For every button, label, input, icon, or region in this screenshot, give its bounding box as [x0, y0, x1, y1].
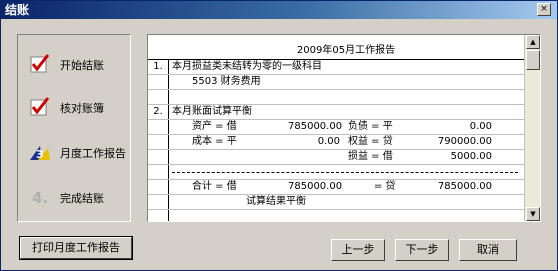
section-number: 1.: [148, 60, 169, 74]
vertical-scrollbar[interactable]: ▲ ▼: [524, 35, 540, 221]
report-row: [148, 210, 524, 221]
report-row: 5503 财务费用: [148, 75, 524, 90]
report-row: 试算结果平衡: [148, 195, 524, 210]
total-amount: 785000.00: [437, 181, 492, 192]
balance-amount: 5000.00: [450, 151, 492, 162]
step-finish-settlement[interactable]: 4. 完成结账: [28, 185, 128, 211]
balance-label: 资产 = 借: [192, 121, 237, 132]
step-label: 完成结账: [60, 192, 104, 205]
svg-text:4.: 4.: [32, 189, 48, 207]
window-title: 结账: [5, 3, 30, 17]
step-label: 核对账簿: [60, 102, 104, 115]
report-row: [148, 165, 524, 180]
step-start-settlement[interactable]: 开始结账: [28, 52, 128, 78]
next-step-button[interactable]: 下一步: [395, 239, 449, 261]
report-title: 2009年05月工作报告: [296, 45, 396, 56]
balance-label: 成本 = 平: [192, 136, 237, 147]
scroll-up-icon[interactable]: ▲: [526, 35, 540, 49]
step-4-icon: 4.: [32, 189, 48, 207]
svg-text:3: 3: [36, 148, 44, 161]
report-row: 2. 本月账面试算平衡: [148, 105, 524, 120]
monthly-report-view[interactable]: 2009年05月工作报告 1. 本月损益类未结转为零的一级科目 5503 财务费…: [147, 34, 541, 222]
close-icon[interactable]: ×: [537, 3, 551, 16]
checkmark-icon: [30, 97, 50, 116]
total-label: 合计 = 借: [192, 181, 237, 192]
section-heading: 本月损益类未结转为零的一级科目: [172, 61, 322, 72]
cancel-button[interactable]: 取消: [459, 239, 517, 261]
step-label: 月度工作报告: [60, 147, 126, 160]
account-name: 5503 财务费用: [192, 76, 261, 87]
balance-amount: 0.00: [317, 136, 340, 147]
balance-amount: 785000.00: [288, 121, 343, 132]
step-monthly-report[interactable]: 3 月度工作报告: [28, 140, 128, 166]
scroll-thumb[interactable]: [526, 50, 540, 70]
step-3-icon: 3: [30, 146, 50, 161]
report-rows: 1. 本月损益类未结转为零的一级科目 5503 财务费用 2. 本月账面试算平衡…: [148, 60, 524, 221]
report-header: 2009年05月工作报告: [148, 35, 524, 60]
report-row: 合计 = 借 785000.00 = 贷 785000.00: [148, 180, 524, 195]
step-check-ledgers[interactable]: 核对账簿: [28, 95, 128, 121]
balance-amount: 790000.00: [437, 136, 492, 147]
previous-step-button[interactable]: 上一步: [331, 239, 385, 261]
balance-label: 权益 = 贷: [348, 136, 393, 147]
print-monthly-report-button[interactable]: 打印月度工作报告: [19, 236, 133, 260]
report-row: [148, 90, 524, 105]
section-heading: 本月账面试算平衡: [172, 106, 252, 117]
balance-amount: 0.00: [469, 121, 492, 132]
step-label: 开始结账: [60, 59, 104, 72]
total-label: = 贷: [374, 181, 396, 192]
balance-label: 负债 = 平: [348, 121, 393, 132]
dashed-separator: [172, 172, 518, 173]
report-row: 损益 = 借 5000.00: [148, 150, 524, 165]
scroll-down-icon[interactable]: ▼: [526, 207, 540, 221]
section-number: 2.: [148, 105, 169, 119]
settlement-window: 结账 × 开始结账 核对账簿 3 月度工作报告 4. 完成结账 2009年05月…: [0, 0, 558, 271]
steps-panel: 开始结账 核对账簿 3 月度工作报告 4. 完成结账: [17, 34, 131, 222]
balance-label: 损益 = 借: [348, 151, 393, 162]
report-row: 1. 本月损益类未结转为零的一级科目: [148, 60, 524, 75]
title-bar[interactable]: 结账 ×: [1, 1, 557, 19]
checkmark-icon: [30, 54, 50, 73]
trial-balance-result: 试算结果平衡: [246, 196, 306, 207]
report-row: 成本 = 平 0.00 权益 = 贷 790000.00: [148, 135, 524, 150]
total-amount: 785000.00: [288, 181, 343, 192]
report-row: 资产 = 借 785000.00 负债 = 平 0.00: [148, 120, 524, 135]
